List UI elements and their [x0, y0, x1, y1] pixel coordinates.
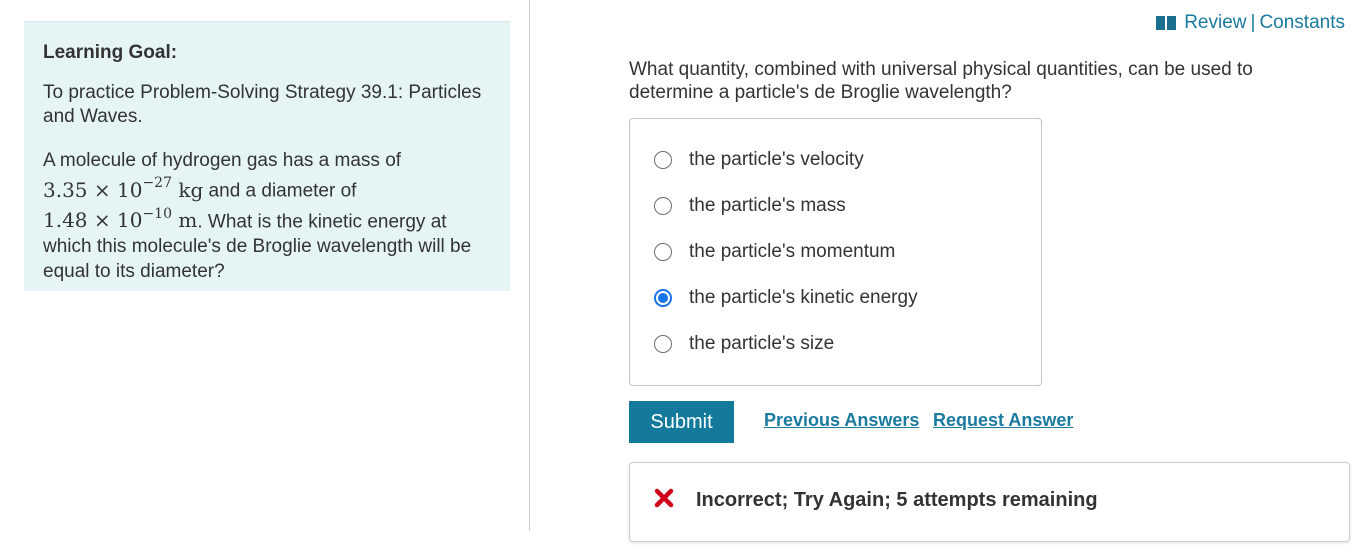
problem-text-1: A molecule of hydrogen gas has a mass of: [43, 150, 402, 171]
previous-answers-link[interactable]: Previous Answers: [764, 410, 919, 431]
book-icon: [1156, 16, 1177, 30]
option-kinetic-energy[interactable]: the particle's kinetic energy: [654, 286, 918, 310]
request-answer-link[interactable]: Request Answer: [933, 410, 1073, 431]
header-links: Review | Constants: [1156, 12, 1345, 34]
problem-text-2: and a diameter of: [203, 180, 357, 202]
option-label: the particle's velocity: [689, 149, 864, 170]
option-momentum[interactable]: the particle's momentum: [654, 240, 895, 264]
option-label: the particle's size: [689, 333, 835, 354]
feedback-message: Incorrect; Try Again; 5 attempts remaini…: [696, 489, 1098, 511]
radio-button[interactable]: [654, 243, 672, 261]
submit-button[interactable]: Submit: [629, 401, 734, 443]
learning-goal-panel: Learning Goal: To practice Problem-Solvi…: [24, 21, 510, 291]
link-separator: |: [1250, 12, 1256, 33]
mass-value: 3.35 × 10−27 kg: [43, 175, 204, 202]
option-mass[interactable]: the particle's mass: [654, 194, 846, 218]
page: Learning Goal: To practice Problem-Solvi…: [0, 0, 1367, 560]
x-icon: [654, 488, 674, 508]
option-size[interactable]: the particle's size: [654, 332, 834, 356]
question-text: What quantity, combined with universal p…: [629, 59, 1253, 103]
review-link[interactable]: Review: [1184, 12, 1246, 34]
radio-button[interactable]: [654, 151, 672, 169]
option-label: the particle's mass: [689, 195, 846, 216]
option-label: the particle's momentum: [689, 241, 896, 262]
panel-divider: [529, 0, 530, 531]
learning-goal-subtitle: To practice Problem-Solving Strategy 39.…: [43, 82, 482, 127]
option-velocity[interactable]: the particle's velocity: [654, 148, 864, 172]
option-label: the particle's kinetic energy: [689, 287, 918, 308]
answer-options: the particle's velocity the particle's m…: [629, 118, 1042, 386]
feedback-panel: Incorrect; Try Again; 5 attempts remaini…: [629, 462, 1350, 542]
constants-link[interactable]: Constants: [1259, 12, 1345, 34]
learning-goal-title: Learning Goal:: [43, 42, 178, 63]
radio-button[interactable]: [654, 335, 672, 353]
radio-button[interactable]: [654, 197, 672, 215]
radio-button-selected[interactable]: [654, 289, 672, 307]
diameter-value: 1.48 × 10−10 m: [43, 205, 198, 233]
problem-statement: A molecule of hydrogen gas has a mass of…: [43, 148, 490, 284]
